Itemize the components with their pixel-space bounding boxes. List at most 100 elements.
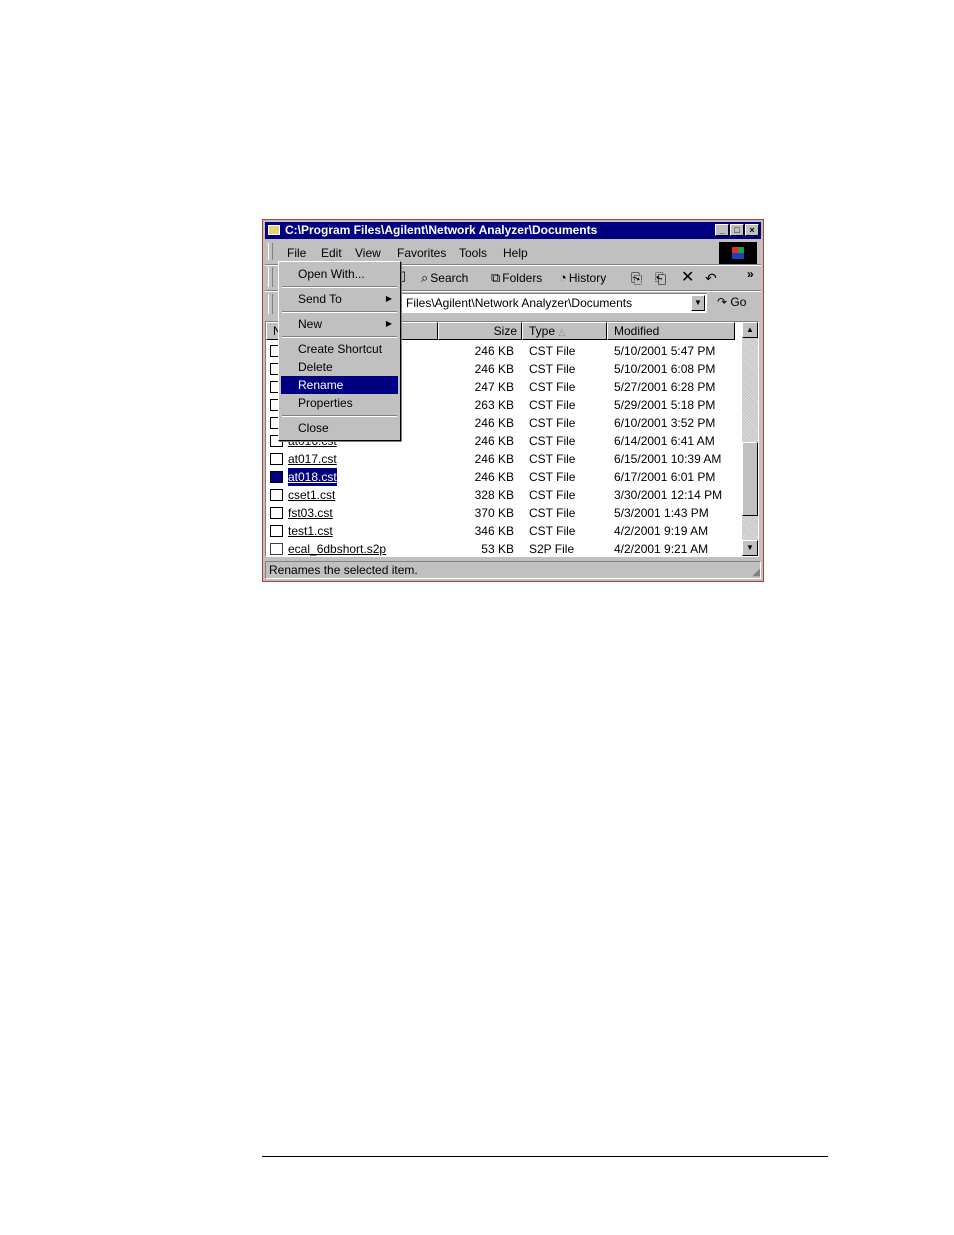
scroll-up-button[interactable]: ▲ <box>742 322 758 338</box>
file-size: 263 KB <box>474 398 514 412</box>
menu-help[interactable]: Help <box>503 246 528 260</box>
file-modified: 5/29/2001 5:18 PM <box>614 398 716 412</box>
file-modified: 5/10/2001 6:08 PM <box>614 362 716 376</box>
history-icon: ◔ <box>559 270 567 285</box>
sort-ascending-icon: △ <box>558 327 566 337</box>
vertical-scrollbar[interactable]: ▲ ▼ <box>742 322 758 556</box>
search-icon: ⌕ <box>421 270 429 285</box>
menu-new[interactable]: New ▶ <box>281 315 398 333</box>
menu-properties[interactable]: Properties <box>281 394 398 412</box>
file-name: ecal_6dbshort.s2p <box>288 542 387 556</box>
file-size: 246 KB <box>474 362 514 376</box>
file-type: CST File <box>529 416 576 430</box>
file-name: fst03.cst <box>288 506 333 520</box>
menu-grip[interactable] <box>268 243 273 260</box>
status-bar: Renames the selected item. <box>265 561 761 579</box>
menu-send-to[interactable]: Send To ▶ <box>281 290 398 308</box>
column-type-label: Type <box>529 324 556 338</box>
menu-separator <box>282 415 397 417</box>
file-modified: 4/2/2001 9:19 AM <box>614 524 709 538</box>
file-type: CST File <box>529 506 576 520</box>
s2p-file-icon <box>270 543 283 555</box>
menu-tools[interactable]: Tools <box>459 246 487 260</box>
file-modified: 6/14/2001 6:41 AM <box>614 434 715 448</box>
menu-favorites[interactable]: Favorites <box>397 246 446 260</box>
address-grip[interactable] <box>268 294 273 314</box>
file-modified: 6/15/2001 10:39 AM <box>614 452 722 466</box>
menu-edit[interactable]: Edit <box>321 246 342 260</box>
file-name: cset1.cst <box>288 488 336 502</box>
search-label: Search <box>430 271 469 285</box>
file-type: CST File <box>529 362 576 376</box>
menu-file[interactable]: File <box>287 246 306 260</box>
folders-icon: ⧉ <box>491 270 501 285</box>
address-input[interactable]: Files\Agilent\Network Analyzer\Documents <box>399 293 707 313</box>
window-title: C:\Program Files\Agilent\Network Analyze… <box>285 223 598 237</box>
menu-new-label: New <box>298 317 323 331</box>
toolbar-grip[interactable] <box>268 267 273 287</box>
menu-close[interactable]: Close <box>281 419 398 437</box>
file-modified: 5/27/2001 6:28 PM <box>614 380 716 394</box>
column-modified-header[interactable]: Modified <box>607 322 735 340</box>
menu-separator <box>282 311 397 313</box>
file-name: at018.cst <box>288 468 337 486</box>
file-name: test1.cst <box>288 524 333 538</box>
maximize-button[interactable]: □ <box>730 224 744 236</box>
file-icon <box>270 453 283 465</box>
file-size: 346 KB <box>474 524 514 538</box>
delete-icon[interactable]: ✕ <box>681 267 694 287</box>
file-type: CST File <box>529 398 576 412</box>
go-label: Go <box>730 295 747 309</box>
file-modified: 5/10/2001 5:47 PM <box>614 344 716 358</box>
undo-icon[interactable]: ↶ <box>705 270 717 287</box>
menu-open-with[interactable]: Open With... <box>281 265 398 283</box>
windows-logo-icon <box>719 242 757 264</box>
history-button[interactable]: ◔ History <box>559 270 606 285</box>
file-size: 370 KB <box>474 506 514 520</box>
file-size: 246 KB <box>474 344 514 358</box>
menu-bar: File Edit View Favorites Tools Help <box>265 241 761 264</box>
column-type-header[interactable]: Type △ <box>522 322 607 340</box>
toolbar-more-button[interactable]: » <box>747 267 754 281</box>
minimize-button[interactable]: _ <box>715 224 729 236</box>
file-modified: 6/17/2001 6:01 PM <box>614 470 716 484</box>
file-icon <box>270 471 283 483</box>
scroll-thumb[interactable] <box>742 442 758 516</box>
file-icon <box>270 489 283 501</box>
menu-rename[interactable]: Rename <box>281 376 398 394</box>
file-size: 247 KB <box>474 380 514 394</box>
folders-label: Folders <box>502 271 543 285</box>
submenu-arrow-icon: ▶ <box>385 319 392 328</box>
resize-grip-icon[interactable]: ◢ <box>752 567 760 578</box>
history-label: History <box>568 271 607 285</box>
folder-icon <box>268 225 280 235</box>
menu-send-to-label: Send To <box>298 292 342 306</box>
menu-delete[interactable]: Delete <box>281 358 398 376</box>
file-size: 246 KB <box>474 452 514 466</box>
go-arrow-icon: ↷ <box>717 295 728 309</box>
menu-create-shortcut[interactable]: Create Shortcut <box>281 340 398 358</box>
file-type: CST File <box>529 344 576 358</box>
scroll-down-button[interactable]: ▼ <box>742 540 758 556</box>
file-modified: 4/2/2001 9:21 AM <box>614 542 709 556</box>
page-footer-rule <box>262 1156 828 1157</box>
menu-separator <box>282 286 397 288</box>
close-button[interactable]: × <box>745 224 759 236</box>
submenu-arrow-icon: ▶ <box>385 294 392 303</box>
file-size: 246 KB <box>474 416 514 430</box>
file-size: 328 KB <box>474 488 514 502</box>
move-to-button[interactable]: ⎘ <box>631 270 642 287</box>
file-type: CST File <box>529 488 576 502</box>
search-button[interactable]: ⌕ Search <box>421 270 468 286</box>
column-size-header[interactable]: Size <box>438 322 522 340</box>
folders-button[interactable]: ⧉ Folders <box>491 270 542 286</box>
copy-to-button[interactable]: ⎗ <box>655 270 666 287</box>
file-type: CST File <box>529 470 576 484</box>
go-button[interactable]: ↷ Go <box>717 295 746 309</box>
menu-separator <box>282 336 397 338</box>
title-bar[interactable]: C:\Program Files\Agilent\Network Analyze… <box>265 222 761 239</box>
address-dropdown-button[interactable]: ▼ <box>691 295 705 311</box>
file-name: at017.cst <box>288 452 337 466</box>
file-type: CST File <box>529 524 576 538</box>
menu-view[interactable]: View <box>355 246 381 260</box>
